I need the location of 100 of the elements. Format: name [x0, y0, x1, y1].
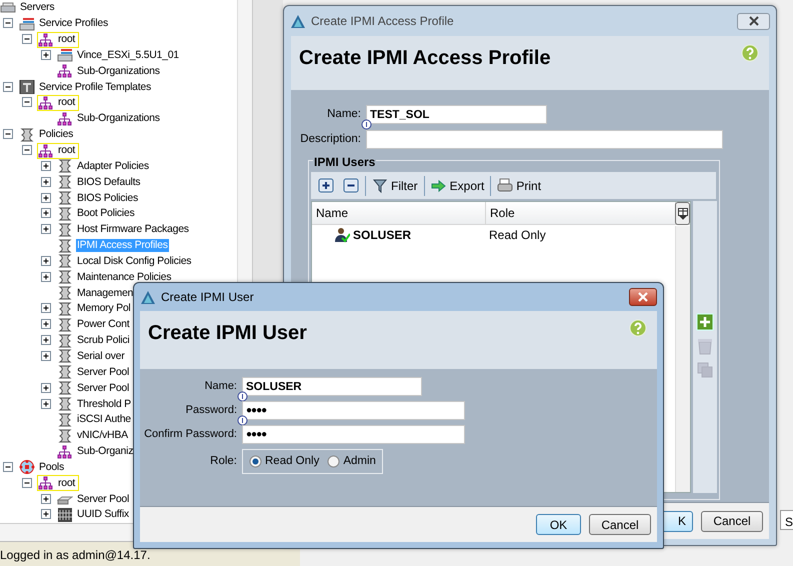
expand-icon[interactable]	[41, 303, 52, 314]
scroll-icon	[57, 349, 73, 364]
tree-item[interactable]: BIOS Defaults	[76, 176, 142, 189]
radio-label[interactable]: Admin	[343, 453, 376, 470]
expand-icon[interactable]	[41, 256, 52, 267]
radio-button[interactable]	[249, 455, 262, 468]
scroll-icon	[57, 381, 73, 396]
collapse-icon[interactable]	[22, 97, 33, 108]
dialog-button[interactable]: OK	[536, 514, 581, 535]
dialog-button[interactable]: Cancel	[589, 514, 651, 535]
tree-item[interactable]: BIOS Policies	[76, 192, 139, 205]
input-field[interactable]: ●●●●	[242, 401, 465, 420]
tree-item[interactable]: Server Pool	[76, 382, 130, 395]
expand-icon[interactable]	[41, 160, 52, 172]
tree-item[interactable]: root	[57, 96, 76, 110]
column-header[interactable]: Name	[312, 202, 486, 224]
scroll-icon	[57, 318, 73, 332]
column-settings-button[interactable]	[675, 202, 690, 225]
collapse-icon[interactable]	[3, 129, 14, 140]
expand-icon[interactable]	[41, 50, 52, 61]
tab[interactable]: S	[780, 510, 793, 530]
radio-button[interactable]	[327, 455, 340, 468]
collapse-icon[interactable]	[3, 82, 14, 93]
user-icon	[334, 226, 350, 242]
tree-item[interactable]: Sub-Organiz	[76, 445, 134, 458]
field-label: Name:	[326, 106, 362, 122]
tree-item[interactable]: UUID Suffix	[76, 508, 130, 522]
tree-item[interactable]: iSCSI Authe	[76, 413, 132, 426]
expand-icon[interactable]	[41, 272, 52, 283]
scroll-icon	[57, 270, 73, 284]
tree-item[interactable]: Boot Policies	[76, 207, 136, 220]
expand-icon[interactable]	[41, 319, 52, 330]
tree-item[interactable]: Server Pool	[76, 492, 130, 506]
radio-label[interactable]: Read Only	[265, 453, 320, 470]
tree-item[interactable]: Servers	[19, 1, 56, 14]
scroll-icon	[57, 397, 73, 412]
collapse-icon[interactable]	[22, 34, 33, 46]
input-field[interactable]: ●●●●	[242, 425, 465, 444]
scroll-icon	[57, 159, 73, 174]
tree-item[interactable]: Service Profiles	[38, 17, 109, 30]
tree-item[interactable]: Managemen	[76, 286, 134, 300]
expand-icon[interactable]	[41, 176, 52, 188]
tree-item[interactable]: Vince_ESXi_5.5U1_01	[76, 48, 180, 62]
hierarchy-icon	[57, 64, 73, 78]
expand-icon[interactable]	[41, 509, 52, 520]
field-label: Role:	[209, 454, 238, 469]
collapse-icon[interactable]	[3, 462, 14, 473]
toolbar-button[interactable]: Filter	[369, 174, 421, 196]
tree-item[interactable]: Policies	[38, 128, 74, 142]
hierarchy-icon	[38, 96, 54, 110]
expand-icon[interactable]	[41, 335, 52, 346]
tree-item[interactable]: Server Pool	[76, 366, 130, 379]
window-title: Create IPMI User	[161, 289, 254, 306]
tree-item[interactable]: Maintenance Policies	[76, 270, 172, 284]
collapse-icon[interactable]	[22, 145, 33, 156]
toolbar-button[interactable]: Print	[494, 174, 544, 196]
hierarchy-icon	[38, 144, 54, 158]
expand-icon[interactable]	[41, 224, 52, 236]
server-icon	[57, 48, 73, 62]
expand-icon[interactable]	[41, 192, 52, 204]
expand-icon[interactable]	[41, 398, 52, 410]
input-field[interactable]	[366, 130, 723, 149]
tree-item[interactable]: Sub-Organizations	[76, 112, 161, 126]
input-field[interactable]: TEST_SOL	[366, 105, 547, 124]
collapse-icon[interactable]	[3, 18, 14, 30]
toolbar-button[interactable]: Export	[428, 174, 488, 196]
expand-icon[interactable]	[41, 382, 52, 394]
pool-icon	[19, 460, 35, 474]
tree-item[interactable]: Scrub Polici	[76, 334, 130, 348]
close-button[interactable]	[629, 288, 657, 306]
tree-item[interactable]: Host Firmware Packages	[76, 223, 190, 236]
tree-item[interactable]: Sub-Organizations	[76, 64, 161, 78]
filter-icon	[372, 178, 388, 193]
scroll-icon	[57, 334, 73, 348]
dialog-heading: Create IPMI Access Profile	[299, 46, 551, 71]
expand-icon[interactable]	[41, 208, 52, 220]
table-cell-text: Read Only	[488, 226, 546, 244]
tree-item[interactable]: Service Profile Templates	[38, 80, 152, 94]
table-cell-text: SOLUSER	[353, 226, 412, 244]
tree-item[interactable]: Local Disk Config Policies	[76, 254, 192, 268]
tree-item[interactable]: Threshold P	[76, 398, 132, 411]
server-icon	[0, 0, 16, 15]
field-label: Description:	[299, 132, 362, 147]
input-field[interactable]: SOLUSER	[242, 377, 422, 396]
tree-item[interactable]: Pools	[38, 460, 66, 474]
expand-icon[interactable]	[41, 494, 52, 505]
tree-item[interactable]: vNIC/vHBA	[76, 429, 129, 442]
dialog-button[interactable]: Cancel	[701, 510, 763, 532]
tree-item[interactable]: root	[57, 33, 76, 46]
expand-icon[interactable]	[41, 350, 52, 362]
close-button[interactable]	[737, 12, 770, 30]
tree-item[interactable]: Serial over	[76, 350, 126, 363]
tree-item[interactable]: root	[57, 144, 76, 158]
collapse-icon[interactable]	[22, 478, 33, 489]
tree-item[interactable]: Power Cont	[76, 318, 130, 332]
tree-item[interactable]: Memory Pol	[76, 302, 132, 316]
scrollbar[interactable]	[675, 226, 690, 492]
logo-icon	[140, 290, 156, 304]
tree-item[interactable]: Adapter Policies	[76, 160, 150, 173]
tree-item[interactable]: root	[57, 476, 76, 490]
